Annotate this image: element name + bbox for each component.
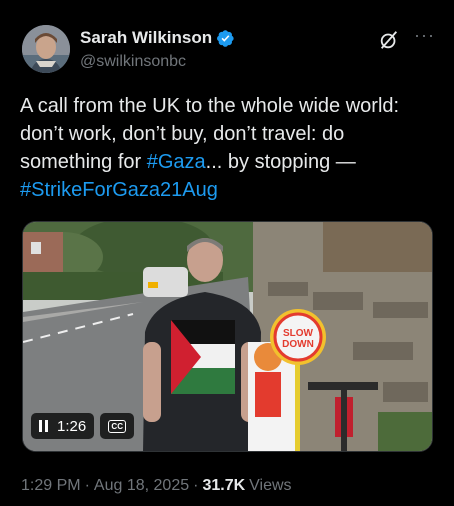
sign-text-slow: SLOW [283, 328, 314, 339]
views-label: Views [249, 477, 292, 494]
meta-separator-2: · [193, 477, 199, 494]
tweet-header: Sarah Wilkinson @swilkinsonbc ··· [22, 23, 438, 75]
tweet-time[interactable]: 1:29 PM [21, 477, 81, 495]
pause-icon[interactable] [39, 420, 49, 432]
hashtag-strike-link[interactable]: #StrikeForGaza21Aug [20, 179, 218, 201]
video-controls: 1:26 CC [31, 413, 135, 439]
video-player[interactable]: SLOW DOWN 1:26 CC [22, 221, 433, 452]
grok-slash-icon[interactable] [378, 29, 400, 51]
meta-separator: · [84, 477, 90, 494]
hashtag-gaza-link[interactable]: #Gaza [147, 151, 206, 173]
tweet-text-part-2: ... by stopping — [205, 151, 356, 173]
more-dots-icon[interactable]: ··· [414, 25, 435, 46]
verified-badge-icon [217, 29, 234, 47]
author-handle[interactable]: @swilkinsonbc [80, 53, 186, 71]
avatar[interactable] [22, 25, 70, 73]
views-count: 31.7K [202, 477, 246, 494]
elapsed-time: 1:26 [57, 417, 87, 435]
playback-pill[interactable]: 1:26 [31, 413, 95, 439]
captions-icon: CC [108, 419, 126, 433]
captions-button[interactable]: CC [100, 413, 135, 439]
sign-text-down: DOWN [282, 339, 314, 350]
author-name[interactable]: Sarah Wilkinson [80, 28, 212, 48]
tweet-date[interactable]: Aug 18, 2025 [94, 477, 189, 495]
tweet-text: A call from the UK to the whole wide wor… [20, 92, 440, 204]
tweet-meta: 1:29 PM · Aug 18, 2025 · 31.7K Views [21, 477, 292, 495]
